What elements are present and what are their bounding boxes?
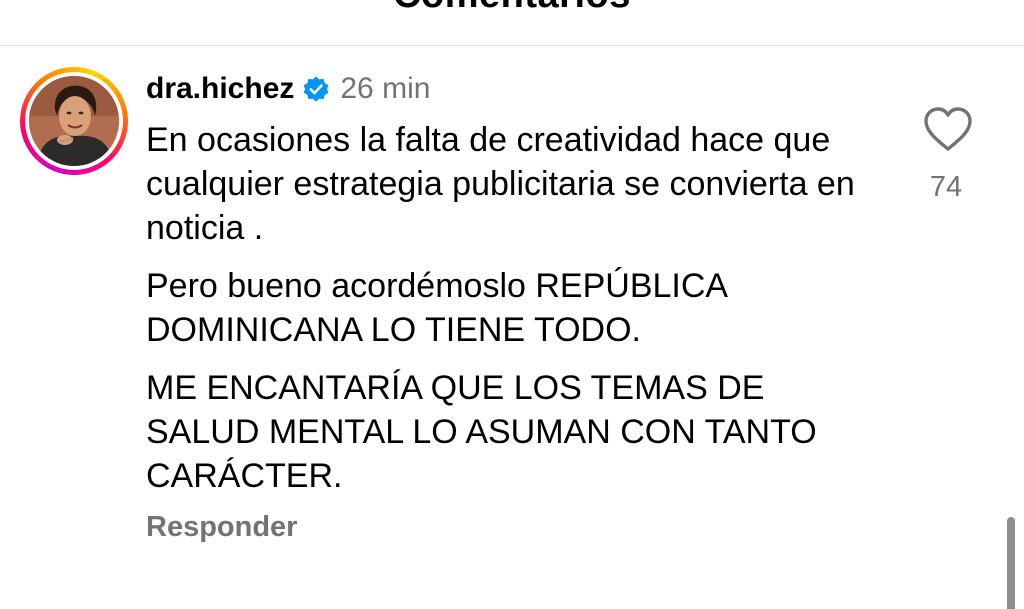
avatar-portrait xyxy=(29,76,119,166)
avatar[interactable] xyxy=(29,76,119,166)
comment-meta: dra.hichez 26 min xyxy=(146,69,430,109)
comment-text: En ocasiones la falta de creatividad hac… xyxy=(146,118,886,512)
comment-paragraph: En ocasiones la falta de creatividad hac… xyxy=(146,121,855,247)
verified-badge-icon xyxy=(303,76,329,102)
comments-screen: Comentarios dra.hichez 26 min xyxy=(0,0,1024,609)
comment-timestamp: 26 min xyxy=(340,72,431,105)
like-count: 74 xyxy=(929,171,963,203)
heart-icon[interactable] xyxy=(922,105,974,153)
username[interactable]: dra.hichez xyxy=(146,72,294,106)
avatar-story-ring[interactable] xyxy=(20,67,128,175)
comment-paragraph: Pero bueno acordémoslo REPÚBLICA DOMINIC… xyxy=(146,267,727,349)
comments-header: Comentarios xyxy=(0,0,1024,46)
header-title: Comentarios xyxy=(0,0,1024,17)
scrollbar[interactable] xyxy=(1007,517,1015,609)
comment-paragraph: ME ENCANTARÍA QUE LOS TEMAS DE SALUD MEN… xyxy=(146,369,817,495)
reply-button[interactable]: Responder xyxy=(146,511,297,544)
